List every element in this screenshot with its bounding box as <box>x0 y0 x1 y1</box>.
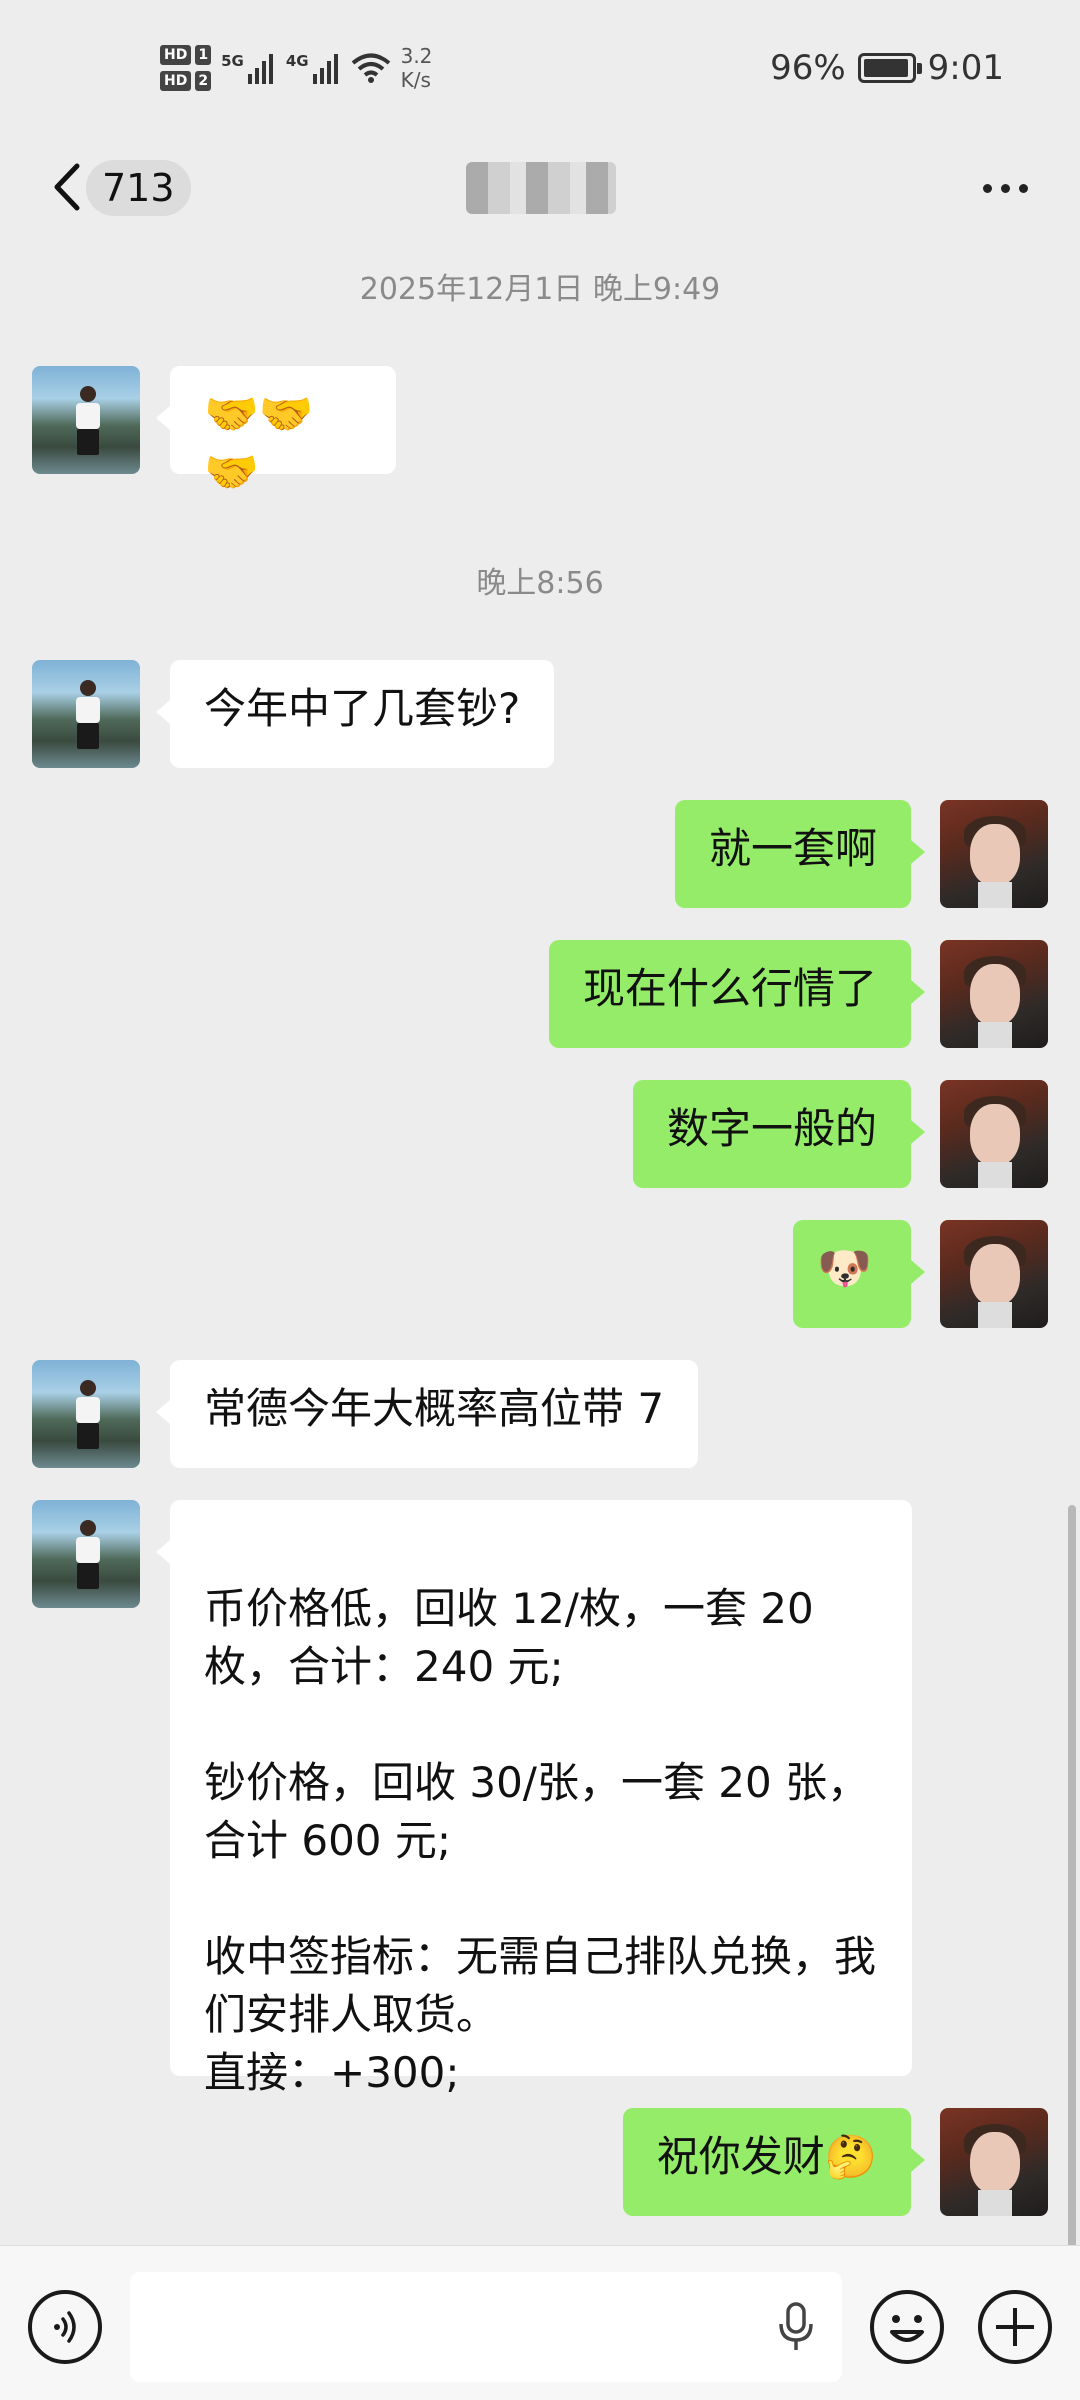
signal-4g-label: 4G <box>285 52 309 70</box>
clock: 9:01 <box>927 48 1004 88</box>
chevron-left-icon <box>54 163 80 211</box>
hd-badge-1: HD <box>160 45 192 65</box>
unread-count-badge[interactable]: 713 <box>86 160 191 216</box>
message-bubble-outgoing[interactable]: 祝你发财🤔 <box>622 2108 926 2216</box>
voice-icon <box>54 2311 76 2343</box>
message-text: 就一套啊 <box>708 824 877 873</box>
message-bubble-outgoing[interactable]: 就一套啊 <box>674 800 926 908</box>
my-avatar[interactable] <box>940 800 1048 908</box>
signal-5g-label: 5G <box>221 52 244 70</box>
my-avatar[interactable] <box>940 1080 1048 1188</box>
doge-emoji: 🐶 <box>817 1243 872 1294</box>
more-dot <box>1018 183 1028 193</box>
scrollbar[interactable] <box>1068 1505 1076 2245</box>
timestamp: 2025年12月1日 晚上9:49 <box>359 272 721 307</box>
contact-avatar[interactable] <box>32 1500 140 1608</box>
hd-num-1: 1 <box>195 45 212 65</box>
contact-avatar[interactable] <box>32 366 140 474</box>
my-avatar[interactable] <box>940 2108 1048 2216</box>
more-dot <box>1000 183 1010 193</box>
chat-title-blurred <box>466 162 616 214</box>
more-button[interactable] <box>970 166 1040 210</box>
message-text: 祝你发财🤔 <box>656 2132 877 2181</box>
speed-value: 3.2 <box>400 44 433 68</box>
message-text: 数字一般的 <box>666 1104 877 1153</box>
handshake-emoji: 🤝🤝🤝 <box>204 389 314 498</box>
status-left: HD 1 HD 2 5G 4G 3.2 K/s <box>160 36 432 100</box>
message-text: 币价格低，回收 12/枚，一套 20 枚，合计：240 元; 钞价格，回收 30… <box>204 1584 877 2097</box>
chat-header: 713 <box>0 136 1080 240</box>
my-avatar[interactable] <box>940 940 1048 1048</box>
my-avatar[interactable] <box>940 1220 1048 1328</box>
message-text: 今年中了几套钞? <box>204 684 521 733</box>
wifi-icon <box>351 53 390 83</box>
more-dot <box>982 183 992 193</box>
message-bubble-outgoing[interactable]: 🐶 <box>793 1220 925 1328</box>
emoji-icon <box>890 2315 924 2342</box>
status-right: 96% 9:01 <box>770 44 1004 92</box>
battery-fill <box>863 59 908 77</box>
message-bubble-outgoing[interactable]: 数字一般的 <box>632 1080 926 1188</box>
contact-avatar[interactable] <box>32 1360 140 1468</box>
battery-percent: 96% <box>770 48 846 88</box>
message-bubble-outgoing[interactable]: 现在什么行情了 <box>548 940 926 1048</box>
timestamp: 晚上8:56 <box>476 566 604 601</box>
message-text: 现在什么行情了 <box>582 964 877 1013</box>
plus-button[interactable] <box>978 2290 1052 2364</box>
emoji-button[interactable] <box>870 2290 944 2364</box>
contact-avatar[interactable] <box>32 660 140 768</box>
message-bubble-incoming[interactable]: 币价格低，回收 12/枚，一套 20 枚，合计：240 元; 钞价格，回收 30… <box>156 1500 912 2097</box>
message-list[interactable]: 2025年12月1日 晚上9:49 🤝🤝🤝 晚上8:56 今年中了几套钞? 就一… <box>0 240 1080 2245</box>
hd-num-2: 2 <box>195 71 212 91</box>
input-bar <box>0 2245 1080 2400</box>
message-bubble-incoming[interactable]: 常德今年大概率高位带 7 <box>155 1360 699 1468</box>
network-speed: 3.2 K/s <box>401 44 433 92</box>
signal-5g-icon: 5G <box>221 52 276 84</box>
hd-indicators: HD 1 HD 2 <box>160 45 212 91</box>
speed-unit: K/s <box>400 68 431 92</box>
message-input[interactable] <box>130 2272 842 2382</box>
status-bar: HD 1 HD 2 5G 4G 3.2 K/s 96% 9:01 <box>0 0 1080 136</box>
microphone-icon[interactable] <box>776 2302 816 2352</box>
voice-button[interactable] <box>28 2290 102 2364</box>
battery-icon <box>857 53 922 83</box>
hd-badge-2: HD <box>160 71 192 91</box>
message-bubble-incoming[interactable]: 🤝🤝🤝 <box>156 366 396 498</box>
message-text: 常德今年大概率高位带 7 <box>204 1384 665 1433</box>
message-bubble-incoming[interactable]: 今年中了几套钞? <box>155 660 555 768</box>
signal-4g-icon: 4G <box>286 52 341 84</box>
